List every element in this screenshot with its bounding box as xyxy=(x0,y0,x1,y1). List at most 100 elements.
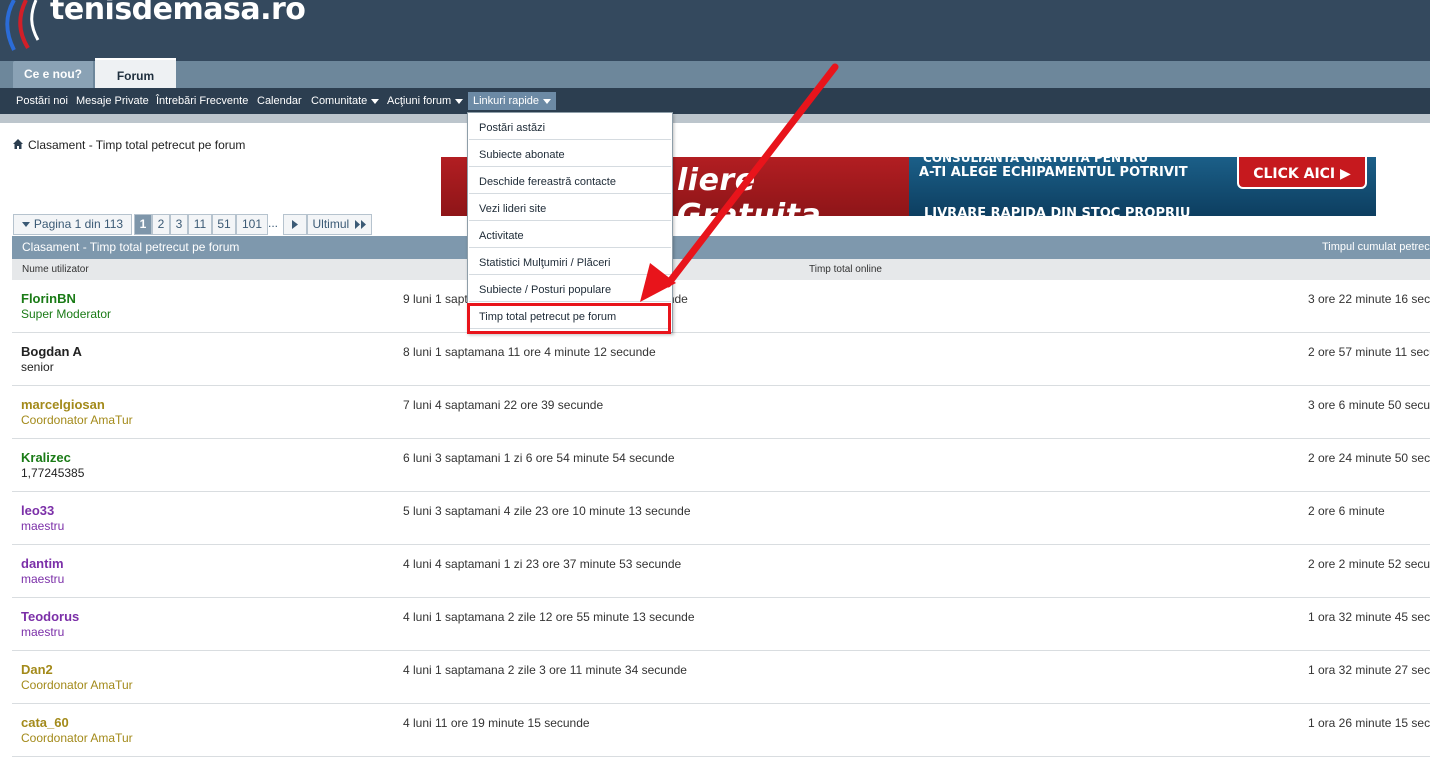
user-title: Coordonator AmaTur xyxy=(21,678,133,692)
nav-quick-links[interactable]: Linkuri rapide xyxy=(468,92,557,110)
nav-private-messages-label: Mesaje Private xyxy=(76,95,149,107)
nav-private-messages[interactable]: Mesaje Private xyxy=(76,88,149,114)
table-header-bar: Clasament - Timp total petrecut pe forum… xyxy=(12,236,1430,259)
user-title: Coordonator AmaTur xyxy=(21,731,133,745)
nav-subbar xyxy=(0,114,1430,123)
nav-forum-actions-label: Acţiuni forum xyxy=(387,95,452,107)
dropdown-item[interactable]: Subiecte / Posturi populare xyxy=(469,276,671,302)
dropdown-item[interactable]: Postări astăzi xyxy=(469,114,671,140)
caret-down-icon xyxy=(21,222,30,228)
ad-click-here-button[interactable]: CLICK AICI ▶ xyxy=(1237,157,1367,189)
cumulative-time: 1 ora 26 minute 15 secunde xyxy=(1308,716,1430,730)
tab-whats-new[interactable]: Ce e nou? xyxy=(13,61,93,88)
nav-forum-actions[interactable]: Acţiuni forum xyxy=(387,88,464,114)
site-header: tenisdemasa.ro xyxy=(0,0,1430,61)
page-11[interactable]: 11 xyxy=(188,214,212,235)
pagination-label-text: Pagina 1 din 113 xyxy=(33,217,124,231)
highlight-box xyxy=(467,303,671,334)
nav-quick-links-label: Linkuri rapide xyxy=(473,95,540,107)
total-online-time: 4 luni 1 saptamana 2 zile 3 ore 11 minut… xyxy=(403,663,687,677)
user-title: 1,77245385 xyxy=(21,466,85,480)
nav-faq-label: Întrebări Frecvente xyxy=(156,95,249,107)
caret-down-icon xyxy=(371,98,380,104)
column-total-online[interactable]: Timp total online xyxy=(809,259,882,280)
username-link[interactable]: FlorinBN xyxy=(21,291,76,306)
cumulative-time: 3 ore 22 minute 16 secunde xyxy=(1308,292,1430,306)
user-title: Coordonator AmaTur xyxy=(21,413,133,427)
total-online-time: 6 luni 3 saptamani 1 zi 6 ore 54 minute … xyxy=(403,451,675,465)
tab-forum[interactable]: Forum xyxy=(95,58,176,90)
page-3[interactable]: 3 xyxy=(170,214,188,235)
username-link[interactable]: Kralizec xyxy=(21,450,71,465)
ad-banner-right-mid: A-TI ALEGE ECHIPAMENTUL POTRIVIT xyxy=(919,165,1188,180)
page-51[interactable]: 51 xyxy=(212,214,236,235)
pagination-label[interactable]: Pagina 1 din 113 xyxy=(13,214,132,235)
total-online-time: 8 luni 1 saptamana 11 ore 4 minute 12 se… xyxy=(403,345,656,359)
username-link[interactable]: Dan2 xyxy=(21,662,53,677)
nav-calendar-label: Calendar xyxy=(257,95,302,107)
table-header-right: Timpul cumulat petrecut xyxy=(1322,241,1430,253)
total-online-time: 7 luni 4 saptamani 22 ore 39 secunde xyxy=(403,398,604,412)
table-row: FlorinBNSuper Moderator9 luni 1 saptaman… xyxy=(12,280,1430,333)
username-link[interactable]: dantim xyxy=(21,556,64,571)
nav-community-label: Comunitate xyxy=(311,95,368,107)
page-2[interactable]: 2 xyxy=(152,214,170,235)
ad-banner-right-bottom: LIVRARE RAPIDA DIN STOC PROPRIU xyxy=(924,206,1191,216)
caret-down-icon xyxy=(455,98,464,104)
username-link[interactable]: marcelgiosan xyxy=(21,397,105,412)
pagination-ellipsis: ... xyxy=(268,216,279,230)
nav-bar: Postări noi Mesaje Private Întrebări Fre… xyxy=(0,88,1430,114)
total-online-time: 4 luni 11 ore 19 minute 15 secunde xyxy=(403,716,590,730)
user-title: senior xyxy=(21,360,54,374)
cumulative-time: 3 ore 6 minute 50 secunde xyxy=(1308,398,1430,412)
total-online-time: 4 luni 1 saptamana 2 zile 12 ore 55 minu… xyxy=(403,610,695,624)
dropdown-item[interactable]: Activitate xyxy=(469,222,671,248)
total-online-time: 4 luni 4 saptamani 1 zi 23 ore 37 minute… xyxy=(403,557,682,571)
next-page-button[interactable] xyxy=(283,214,307,235)
table-row: dantim maestru 4 luni 4 saptamani 1 zi 23 … xyxy=(12,545,1430,598)
page-1[interactable]: 1 xyxy=(134,214,152,235)
tab-bar: Ce e nou? Forum xyxy=(0,58,1430,90)
quick-links-dropdown: Postări astăzi Subiecte abonate Deschide f… xyxy=(467,112,673,333)
user-title: maestru xyxy=(21,519,65,533)
cumulative-time: 2 ore 24 minute 50 secunde xyxy=(1308,451,1430,465)
user-title: maestru xyxy=(21,625,65,639)
next-arrow-icon xyxy=(292,220,298,229)
ad-banner-right-top: CONSULTANTA GRATUITA PENTRU xyxy=(923,157,1149,165)
nav-new-posts-label: Postări noi xyxy=(16,95,68,107)
dropdown-item[interactable]: Statistici Mulţumiri / Plăceri xyxy=(469,249,671,275)
breadcrumb-current: Clasament - Timp total petrecut pe forum xyxy=(28,138,246,152)
cumulative-time: 2 ore 6 minute xyxy=(1308,504,1385,518)
last-arrow-icon xyxy=(354,220,366,229)
column-username[interactable]: Nume utilizator xyxy=(22,259,89,280)
table-column-headers: Nume utilizator Timp total online xyxy=(12,259,1430,280)
last-page-button[interactable]: Ultimul xyxy=(307,214,372,235)
total-online-time: 5 luni 3 saptamani 4 zile 23 ore 10 minu… xyxy=(403,504,691,518)
nav-new-posts[interactable]: Postări noi xyxy=(16,88,68,114)
table-row: Bogdan Asenior 8 luni 1 saptamana 11 ore … xyxy=(12,333,1430,386)
home-icon[interactable] xyxy=(12,138,24,150)
nav-faq[interactable]: Întrebări Frecvente xyxy=(156,88,248,114)
nav-community[interactable]: Comunitate xyxy=(311,88,380,114)
cumulative-time: 2 ore 2 minute 52 secunde xyxy=(1308,557,1430,571)
username-link[interactable]: leo33 xyxy=(21,503,54,518)
ad-banner-right[interactable]: CONSULTANTA GRATUITA PENTRU A-TI ALEGE E… xyxy=(909,157,1376,216)
username-link[interactable]: Teodorus xyxy=(21,609,79,624)
table-title: Clasament - Timp total petrecut pe forum xyxy=(22,240,240,254)
table-row: Kralizec 1,77245385 6 luni 3 saptamani 1 z… xyxy=(12,439,1430,492)
last-page-label: Ultimul xyxy=(312,217,350,231)
table-row: marcelgiosan Coordonator AmaTur 7 luni 4 s… xyxy=(12,386,1430,439)
table-row: cata_60 Coordonator AmaTur 4 luni 11 ore 1… xyxy=(12,704,1430,757)
username-link[interactable]: cata_60 xyxy=(21,715,69,730)
cumulative-time: 1 ora 32 minute 45 secunde xyxy=(1308,610,1430,624)
username-link[interactable]: Bogdan A xyxy=(21,344,82,359)
table-row: Teodorus maestru 4 luni 1 saptamana 2 zile… xyxy=(12,598,1430,651)
nav-calendar[interactable]: Calendar xyxy=(257,88,302,114)
dropdown-item[interactable]: Vezi lideri site xyxy=(469,195,671,221)
cumulative-time: 1 ora 32 minute 27 secunde xyxy=(1308,663,1430,677)
dropdown-item[interactable]: Deschide fereastră contacte xyxy=(469,168,671,194)
dropdown-item[interactable]: Subiecte abonate xyxy=(469,141,671,167)
user-title: maestru xyxy=(21,572,65,586)
page-101[interactable]: 101 xyxy=(236,214,268,235)
site-logo-text[interactable]: tenisdemasa.ro xyxy=(50,0,306,27)
